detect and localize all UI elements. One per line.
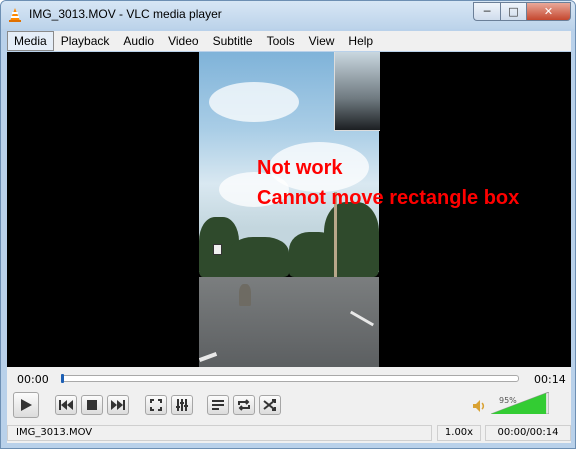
road xyxy=(199,277,379,367)
minimize-button[interactable]: ─ xyxy=(473,2,500,21)
playback-speed[interactable]: 1.00x xyxy=(437,425,481,441)
vlc-cone-icon xyxy=(9,8,21,22)
equalizer-icon xyxy=(176,399,188,411)
elapsed-time: 00:00 xyxy=(17,373,49,386)
next-icon xyxy=(111,400,125,410)
shuffle-icon xyxy=(263,399,276,411)
trees xyxy=(324,202,379,277)
loop-button[interactable] xyxy=(233,395,255,415)
previous-button[interactable] xyxy=(55,395,77,415)
play-icon xyxy=(21,399,32,411)
volume-percent: 95% xyxy=(499,396,517,405)
playlist-button[interactable] xyxy=(207,395,229,415)
speaker-icon[interactable] xyxy=(473,400,487,412)
menu-playback[interactable]: Playback xyxy=(54,32,117,50)
next-button[interactable] xyxy=(107,395,129,415)
menu-tools[interactable]: Tools xyxy=(260,32,302,50)
menu-help[interactable]: Help xyxy=(341,32,380,50)
stop-button[interactable] xyxy=(81,395,103,415)
maximize-button[interactable]: □ xyxy=(500,2,526,21)
road-sign xyxy=(213,244,222,255)
stop-icon xyxy=(87,400,97,410)
menu-subtitle[interactable]: Subtitle xyxy=(206,32,260,50)
overlay-text-line-2: Cannot move rectangle box xyxy=(257,187,520,209)
extended-settings-button[interactable] xyxy=(171,395,193,415)
seek-handle[interactable] xyxy=(61,374,64,383)
menu-bar: Media Playback Audio Video Subtitle Tool… xyxy=(7,31,571,51)
menu-audio[interactable]: Audio xyxy=(116,32,161,50)
menu-video[interactable]: Video xyxy=(161,32,205,50)
crane-bird xyxy=(239,284,251,306)
total-time: 00:14 xyxy=(534,373,566,386)
previous-icon xyxy=(59,400,73,410)
fullscreen-button[interactable] xyxy=(145,395,167,415)
title-bar[interactable]: IMG_3013.MOV - VLC media player ─ □ ✕ xyxy=(1,1,575,29)
close-button[interactable]: ✕ xyxy=(526,2,571,21)
menu-view[interactable]: View xyxy=(302,32,342,50)
overlay-text-line-1: Not work xyxy=(257,157,343,179)
window-title: IMG_3013.MOV - VLC media player xyxy=(29,7,222,21)
video-area[interactable]: Not work Cannot move rectangle box xyxy=(7,52,571,367)
seek-bar[interactable] xyxy=(61,374,519,383)
fullscreen-icon xyxy=(150,399,162,411)
status-filename: IMG_3013.MOV xyxy=(7,425,432,441)
status-bar: IMG_3013.MOV 1.00x 00:00/00:14 xyxy=(7,423,571,443)
cloud xyxy=(209,82,299,122)
status-time[interactable]: 00:00/00:14 xyxy=(485,425,571,441)
menu-media[interactable]: Media xyxy=(7,31,54,51)
playlist-icon xyxy=(212,399,224,410)
shuffle-button[interactable] xyxy=(259,395,281,415)
loop-icon xyxy=(238,399,250,411)
trees xyxy=(229,237,289,277)
vlc-window: IMG_3013.MOV - VLC media player ─ □ ✕ Me… xyxy=(0,0,576,449)
picture-in-picture-box[interactable] xyxy=(334,52,380,131)
play-button[interactable] xyxy=(13,392,39,418)
controls-panel: 00:00 00:14 95% xyxy=(7,367,571,423)
